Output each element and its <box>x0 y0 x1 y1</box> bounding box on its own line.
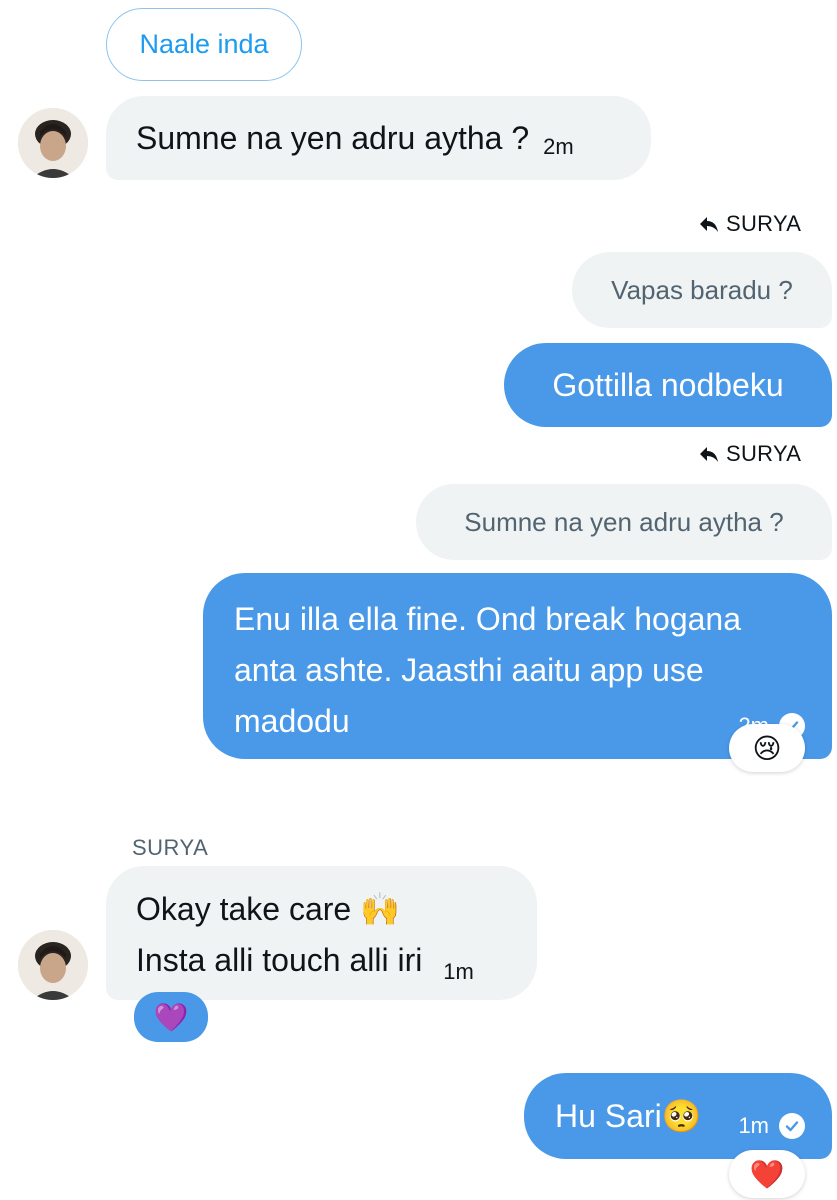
incoming-message[interactable]: Okay take care 🙌 Insta alli touch alli i… <box>106 866 537 1000</box>
check-circle-icon <box>779 1113 805 1139</box>
quick-reply-label: Naale inda <box>139 29 269 59</box>
message-line: Insta alli touch alli iri 1m <box>136 935 474 989</box>
outgoing-message[interactable]: Gottilla nodbeku <box>504 343 832 427</box>
message-text: Sumne na yen adru aytha ? <box>136 120 530 156</box>
quoted-text: Vapas baradu ? <box>611 274 793 305</box>
reaction-emoji: 😢 <box>752 731 782 765</box>
message-time: 2m <box>543 134 574 159</box>
reaction-emoji: ❤️ <box>749 1157 785 1191</box>
reaction-badge[interactable]: 😢 <box>729 724 805 772</box>
avatar[interactable] <box>18 930 88 1000</box>
reaction-emoji: 💜 <box>153 1000 189 1034</box>
message-line: Enu illa ella fine. Ond break hogana <box>234 601 742 637</box>
message-time: 1m <box>443 959 474 984</box>
avatar-image <box>18 930 88 1000</box>
message-text: Hu Sari🥺 <box>555 1098 702 1134</box>
avatar-image <box>18 108 88 178</box>
quoted-message[interactable]: Vapas baradu ? <box>572 252 832 328</box>
message-line-text: Insta alli touch alli iri <box>136 942 423 978</box>
incoming-message[interactable]: Sumne na yen adru aytha ? 2m <box>106 96 651 180</box>
quoted-text: Sumne na yen adru aytha ? <box>464 506 784 537</box>
message-line: anta ashte. Jaasthi aaitu app use <box>234 652 704 688</box>
outgoing-message[interactable]: Hu Sari🥺 1m <box>524 1073 832 1159</box>
quick-reply-chip[interactable]: Naale inda <box>106 8 302 81</box>
message-text: Enu illa ella fine. Ond break hogana ant… <box>234 594 741 747</box>
reply-context-label: SURYA <box>698 441 801 467</box>
sender-name: SURYA <box>132 835 209 860</box>
message-time: 1m <box>738 1113 769 1138</box>
reply-context-name: SURYA <box>726 211 802 236</box>
reaction-badge[interactable]: ❤️ <box>729 1150 805 1198</box>
reply-context-name: SURYA <box>726 441 802 466</box>
quoted-message[interactable]: Sumne na yen adru aytha ? <box>416 484 832 560</box>
message-meta: 1m <box>738 1113 805 1139</box>
message-text: Gottilla nodbeku <box>552 366 784 403</box>
reply-context-label: SURYA <box>698 211 801 237</box>
message-text: Okay take care 🙌 Insta alli touch alli i… <box>136 884 474 989</box>
message-line: Okay take care 🙌 <box>136 891 400 927</box>
reaction-badge[interactable]: 💜 <box>134 992 208 1042</box>
avatar[interactable] <box>18 108 88 178</box>
reply-arrow-icon <box>700 447 718 462</box>
message-line: madodu <box>234 703 350 739</box>
reply-arrow-icon <box>700 217 718 232</box>
